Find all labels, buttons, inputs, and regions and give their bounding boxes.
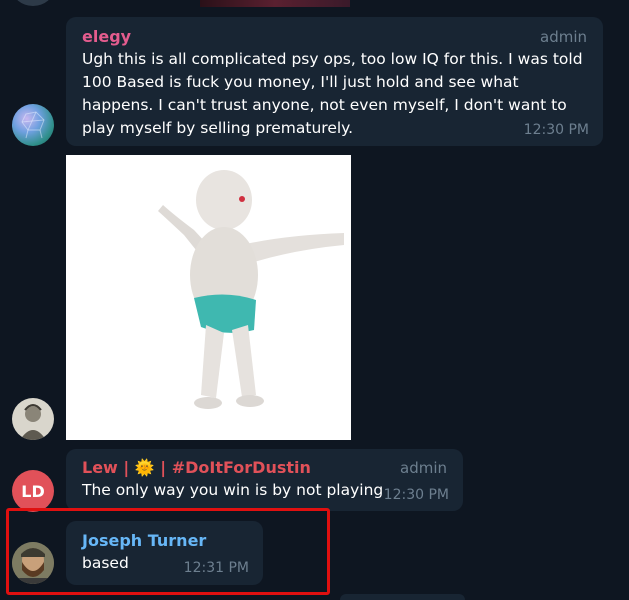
- photo-avatar-icon: [12, 542, 54, 584]
- joseph-turner-avatar[interactable]: [12, 542, 54, 584]
- previous-avatar-edge: [12, 0, 54, 6]
- message-time: 12:31 PM: [183, 560, 249, 576]
- message-time: 12:30 PM: [523, 122, 589, 138]
- portrait-icon: [20, 404, 46, 440]
- sketch-portrait-avatar[interactable]: [12, 398, 54, 440]
- message-time: 12:30 PM: [383, 487, 449, 503]
- lew-avatar[interactable]: LD: [12, 470, 54, 512]
- sender-name-elegy[interactable]: elegy: [82, 27, 131, 46]
- avatar-initials: LD: [21, 481, 45, 501]
- message-bubble-lew[interactable]: Lew | 🌞 | #DoItForDustin admin The only …: [66, 449, 463, 511]
- dancing-baby-icon: [158, 170, 344, 409]
- next-message-edge: [340, 594, 465, 600]
- sender-name-lew[interactable]: Lew | 🌞 | #DoItForDustin: [82, 458, 311, 477]
- previous-image-edge: [200, 0, 350, 7]
- sender-name-joseph-turner[interactable]: Joseph Turner: [82, 531, 206, 550]
- message-text: The only way you win is by not playing: [82, 481, 384, 499]
- message-bubble-elegy[interactable]: elegy admin Ugh this is all complicated …: [66, 17, 603, 146]
- admin-badge: admin: [540, 28, 587, 46]
- message-text: Ugh this is all complicated psy ops, too…: [82, 50, 583, 137]
- dancing-baby-image[interactable]: [66, 155, 351, 440]
- admin-badge: admin: [400, 459, 447, 477]
- crystal-sphere-icon: [21, 111, 45, 139]
- message-bubble-joseph-turner[interactable]: Joseph Turner based 12:31 PM: [66, 521, 263, 585]
- elegy-avatar[interactable]: [12, 104, 54, 146]
- message-text: based: [82, 554, 129, 572]
